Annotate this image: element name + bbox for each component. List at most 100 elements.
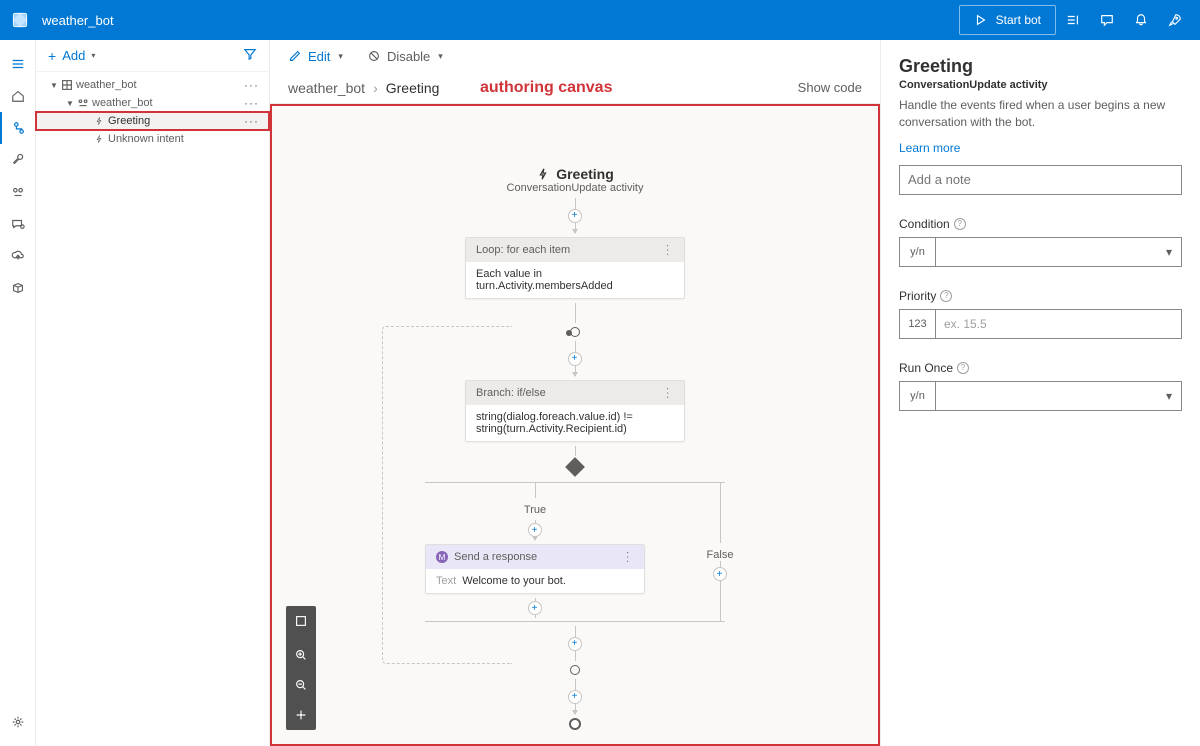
priority-label: Priority [899, 289, 936, 303]
add-node-button[interactable]: + [528, 523, 542, 537]
add-node-button[interactable]: + [528, 601, 542, 615]
condition-input[interactable]: y/n ▾ [899, 237, 1182, 267]
show-code-button[interactable]: Show code [798, 80, 862, 95]
help-icon[interactable]: ? [954, 218, 966, 230]
zoom-out-button[interactable] [286, 670, 316, 700]
fit-view-button[interactable] [286, 606, 316, 636]
help-icon[interactable]: ? [940, 290, 952, 302]
priority-prefix: 123 [900, 310, 936, 338]
edit-label: Edit [308, 49, 330, 64]
runonce-input[interactable]: y/n ▾ [899, 381, 1182, 411]
tree-root-label: weather_bot [74, 79, 137, 91]
response-bullet-icon: M [436, 551, 448, 563]
more-icon[interactable]: ··· [244, 96, 259, 110]
send-body-label: Text [436, 575, 456, 587]
trigger-header[interactable]: Greeting ConversationUpdate activity [507, 166, 644, 194]
add-node-button[interactable]: + [568, 690, 582, 704]
bot-icon [76, 96, 90, 110]
add-node-button[interactable]: + [568, 352, 582, 366]
start-bot-button[interactable]: Start bot [959, 5, 1056, 35]
branch-card-body: string(dialog.foreach.value.id) != strin… [466, 405, 684, 441]
note-input[interactable] [899, 165, 1182, 195]
card-more-icon[interactable]: ··· [662, 244, 673, 257]
card-more-icon[interactable]: ··· [662, 387, 673, 400]
loop-card-body: Each value in turn.Activity.membersAdded [466, 262, 684, 298]
zoom-in-button[interactable] [286, 640, 316, 670]
rail-design-icon[interactable] [0, 112, 36, 144]
trigger-subtitle: ConversationUpdate activity [507, 182, 644, 194]
breadcrumb-current: Greeting [386, 80, 440, 96]
caret-down-icon[interactable]: ▼ [64, 99, 76, 108]
add-node-button[interactable]: + [713, 567, 727, 581]
disable-label: Disable [387, 49, 430, 64]
loop-join-icon [570, 327, 580, 337]
start-bot-label: Start bot [996, 13, 1041, 27]
chevron-down-icon[interactable]: ▾ [1157, 382, 1181, 410]
add-node-button[interactable]: + [568, 637, 582, 651]
lightning-icon [92, 134, 106, 144]
disable-button[interactable]: Disable ▾ [367, 49, 443, 64]
condition-prefix: y/n [900, 238, 936, 266]
true-label: True [524, 504, 546, 516]
notifications-icon[interactable] [1124, 0, 1158, 40]
toggle-panel-icon[interactable] [1056, 0, 1090, 40]
rail-wrench-icon[interactable] [0, 144, 36, 176]
left-rail [0, 40, 36, 746]
more-icon[interactable]: ··· [244, 78, 259, 92]
tree-root[interactable]: ▼ weather_bot ··· [36, 76, 269, 94]
runonce-label: Run Once [899, 361, 953, 375]
runonce-prefix: y/n [900, 382, 936, 410]
branch-card-header: Branch: if/else [476, 387, 546, 399]
tree-greeting-label: Greeting [106, 115, 150, 127]
add-node-button[interactable]: + [568, 209, 582, 223]
chevron-down-icon[interactable]: ▾ [1157, 238, 1181, 266]
lightning-icon [92, 116, 106, 126]
condition-label: Condition [899, 217, 950, 231]
learn-more-link[interactable]: Learn more [899, 141, 960, 155]
add-button[interactable]: + Add ▾ [48, 48, 95, 64]
project-icon [60, 78, 74, 92]
loop-card[interactable]: Loop: for each item ··· Each value in tur… [465, 237, 685, 299]
filter-icon[interactable] [243, 47, 257, 64]
rail-bot2-icon[interactable] [0, 176, 36, 208]
loop-card-header: Loop: for each item [476, 244, 570, 256]
tree-unknown-label: Unknown intent [106, 133, 184, 145]
rail-publish-icon[interactable] [0, 240, 36, 272]
priority-input[interactable]: 123 ex. 15.5 [899, 309, 1182, 339]
rocket-icon[interactable] [1158, 0, 1192, 40]
breadcrumb-root[interactable]: weather_bot [288, 80, 365, 96]
properties-panel: Greeting ConversationUpdate activity Han… [880, 40, 1200, 746]
tree-bot-label: weather_bot [90, 97, 153, 109]
rail-home-icon[interactable] [0, 80, 36, 112]
tree-unknown[interactable]: Unknown intent [36, 130, 269, 148]
caret-down-icon[interactable]: ▼ [48, 81, 60, 90]
props-subtitle: ConversationUpdate activity [899, 79, 1182, 91]
loop-end-icon [570, 665, 580, 675]
props-description: Handle the events fired when a user begi… [899, 97, 1182, 131]
edit-button[interactable]: Edit ▾ [288, 49, 343, 64]
rail-qna-icon[interactable] [0, 208, 36, 240]
priority-placeholder: ex. 15.5 [936, 310, 1181, 338]
chevron-down-icon: ▾ [338, 51, 343, 62]
chevron-down-icon: ▾ [438, 51, 443, 62]
false-label: False [707, 549, 734, 561]
tree-greeting[interactable]: Greeting ··· [36, 112, 269, 130]
rail-package-icon[interactable] [0, 272, 36, 304]
breadcrumb-sep: › [373, 80, 378, 96]
help-icon[interactable]: ? [957, 362, 969, 374]
tree-bot[interactable]: ▼ weather_bot ··· [36, 94, 269, 112]
send-card-header: Send a response [454, 551, 537, 563]
chat-icon[interactable] [1090, 0, 1124, 40]
app-title: weather_bot [42, 13, 114, 28]
trigger-title: Greeting [556, 166, 614, 182]
card-more-icon[interactable]: ··· [622, 551, 633, 564]
rail-settings-icon[interactable] [0, 706, 36, 738]
authoring-canvas[interactable]: Greeting ConversationUpdate activity + L… [270, 104, 880, 746]
annotation-label: authoring canvas [480, 79, 612, 97]
rail-hamburger-icon[interactable] [0, 48, 36, 80]
more-icon[interactable]: ··· [244, 114, 259, 128]
project-tree: ▼ weather_bot ··· ▼ weather_bot ··· Gree… [36, 72, 269, 148]
send-response-card[interactable]: MSend a response··· TextWelcome to your … [425, 544, 645, 594]
branch-card[interactable]: Branch: if/else ··· string(dialog.foreach… [465, 380, 685, 442]
center-button[interactable] [286, 700, 316, 730]
